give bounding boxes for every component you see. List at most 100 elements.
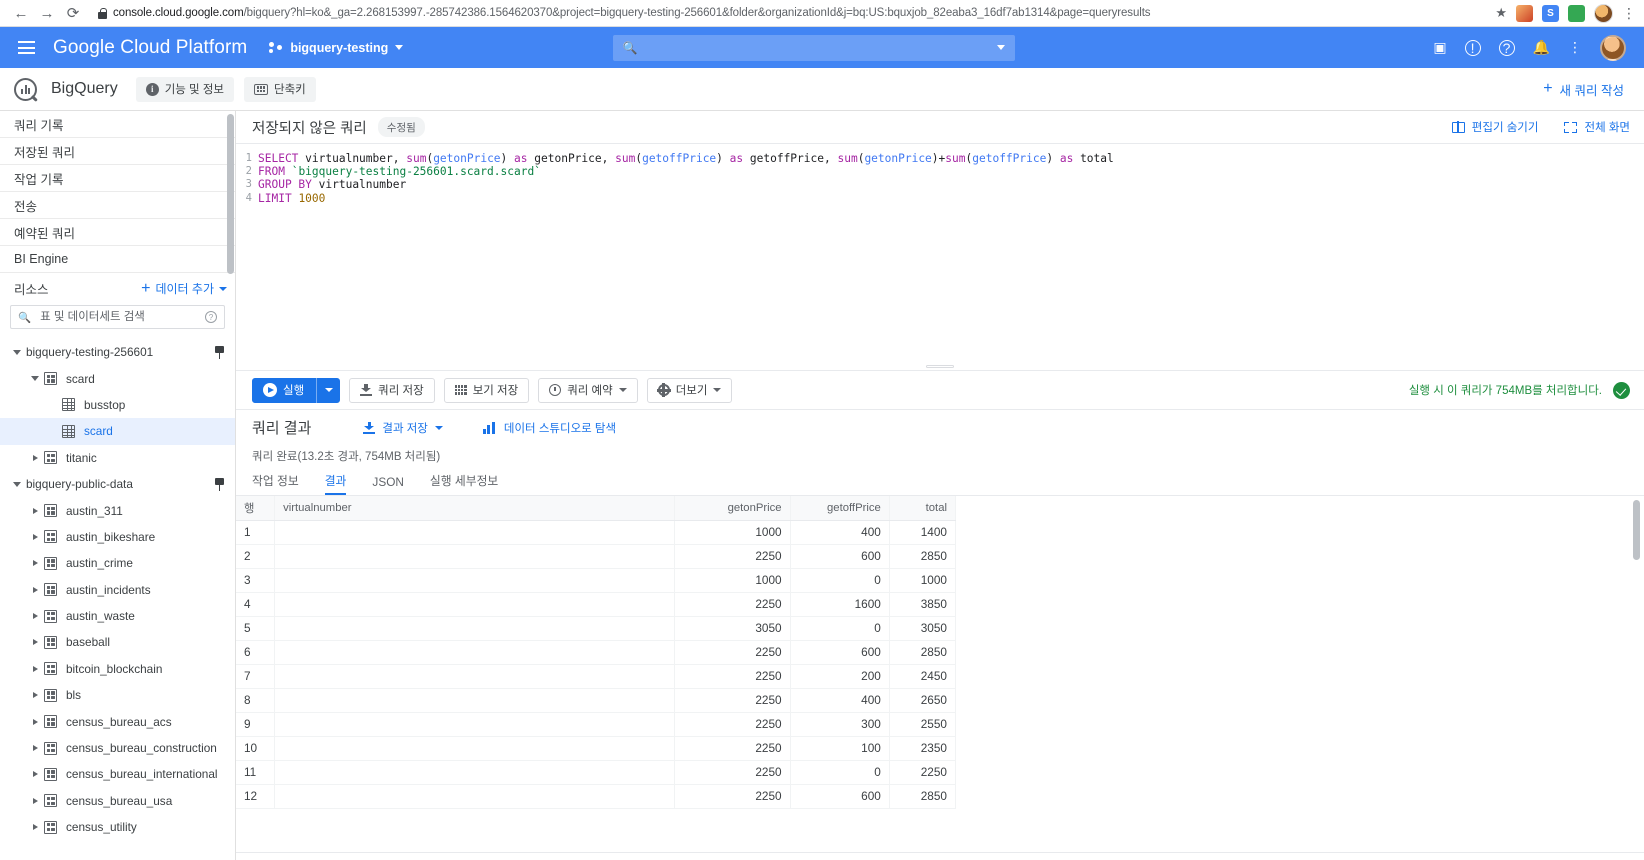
hide-editor-button[interactable]: 편집기 숨기기 [1451,119,1538,135]
sql-code[interactable]: LIMIT 1000 [258,192,325,205]
sidebar-item-bi-engine[interactable]: BI Engine [0,246,235,273]
table-row[interactable]: 6 2250 600 2850 [236,640,957,665]
tree-item-austin-incidents[interactable]: austin_incidents [0,577,235,603]
tree-item-census-bureau-international[interactable]: census_bureau_international [0,761,235,787]
table-row[interactable]: 2 2250 600 2850 [236,544,957,569]
chevron-right-icon[interactable] [26,639,44,646]
cloud-shell-icon[interactable]: ▣ [1433,39,1446,56]
tree-item-titanic[interactable]: titanic [0,445,235,471]
back-arrow-icon[interactable]: ← [8,2,34,24]
chevron-right-icon[interactable] [26,824,44,831]
tree-item-census-bureau-construction[interactable]: census_bureau_construction [0,735,235,761]
tree-item-austin-bikeshare[interactable]: austin_bikeshare [0,524,235,550]
editor-splitter-handle[interactable] [236,362,1644,371]
chrome-profile-avatar[interactable] [1594,3,1613,23]
help-icon[interactable]: ? [1498,39,1515,56]
sidebar-item-saved-queries[interactable]: 저장된 쿼리 [0,138,235,165]
tree-item-bitcoin-blockchain[interactable]: bitcoin_blockchain [0,656,235,682]
table-row[interactable]: 7 2250 200 2450 [236,664,957,689]
global-search-bar[interactable]: 🔍 [612,34,1015,61]
chevron-down-icon[interactable] [26,376,44,382]
table-row[interactable]: 9 2250 300 2550 [236,712,957,737]
forward-arrow-icon[interactable]: → [34,2,60,24]
add-data-button[interactable]: + 데이터 추가 [141,280,227,297]
table-row[interactable]: 1 1000 400 1400 [236,520,957,545]
chevron-right-icon[interactable] [26,454,44,461]
tree-item-census-bureau-acs[interactable]: census_bureau_acs [0,708,235,734]
column-header-getoffprice[interactable]: getoffPrice [790,496,890,521]
address-bar[interactable]: console.cloud.google.com/bigquery?hl=ko&… [96,3,1481,23]
chevron-right-icon[interactable] [26,718,44,725]
table-row[interactable]: 12 2250 600 2850 [236,784,957,809]
tree-item-baseball[interactable]: baseball [0,629,235,655]
table-row[interactable]: 11 2250 0 2250 [236,760,957,785]
more-button[interactable]: 더보기 [646,377,733,403]
fullscreen-button[interactable]: 전체 화면 [1564,119,1630,135]
search-input[interactable] [38,310,198,324]
new-query-button[interactable]: + 새 쿼리 작성 [1543,80,1630,99]
sidebar-item-transfers[interactable]: 전송 [0,192,235,219]
table-row[interactable]: 5 3050 0 3050 [236,616,957,641]
chevron-right-icon[interactable] [26,507,44,514]
tree-item-busstop[interactable]: busstop [0,392,235,418]
chevron-right-icon[interactable] [26,665,44,672]
chevron-down-icon[interactable] [8,349,26,355]
extension-green-icon[interactable] [1568,4,1585,22]
tree-item-bls[interactable]: bls [0,682,235,708]
tab-결과[interactable]: 결과 [324,472,359,495]
scrollbar-thumb[interactable] [227,114,234,274]
column-header-row-number[interactable]: 행 [236,496,276,521]
results-scrollbar[interactable] [1633,496,1642,852]
tab-실행-세부정보[interactable]: 실행 세부정보 [430,472,510,495]
pin-icon[interactable] [214,477,225,491]
table-row[interactable]: 10 2250 100 2350 [236,736,957,761]
chevron-right-icon[interactable] [26,533,44,540]
chevron-right-icon[interactable] [26,797,44,804]
chrome-menu-icon[interactable]: ⋮ [1622,6,1636,20]
sidebar-item-job-history[interactable]: 작업 기록 [0,165,235,192]
tree-item-austin-311[interactable]: austin_311 [0,497,235,523]
table-row[interactable]: 4 2250 1600 3850 [236,592,957,617]
save-view-button[interactable]: 보기 저장 [443,377,530,403]
help-icon[interactable]: ? [205,311,217,323]
explore-data-studio-button[interactable]: 데이터 스튜디오로 탐색 [482,420,616,436]
shortcuts-button[interactable]: 단축키 [244,76,316,102]
sidebar-scrollbar[interactable] [227,111,234,860]
column-header-getonprice[interactable]: getonPrice [674,496,791,521]
chevron-right-icon[interactable] [26,613,44,620]
tab-작업-정보[interactable]: 작업 정보 [252,472,311,495]
features-info-button[interactable]: i 기능 및 정보 [135,76,234,102]
chevron-right-icon[interactable] [26,586,44,593]
navigation-menu-icon[interactable] [18,41,35,54]
sql-code[interactable]: FROM `bigquery-testing-256601.scard.scar… [258,165,541,178]
chevron-down-icon[interactable] [325,388,334,392]
sql-editor[interactable]: 1 SELECT virtualnumber, sum(getonPrice) a… [236,144,1644,362]
overflow-menu-icon[interactable]: ⋮ [1568,39,1582,56]
tree-item-scard[interactable]: scard [0,365,235,391]
tree-item-bigquery-public-data[interactable]: bigquery-public-data [0,471,235,497]
bookmark-star-icon[interactable]: ★ [1495,5,1507,21]
gcp-brand-title[interactable]: Google Cloud Platform [53,37,247,59]
column-header-virtualnumber[interactable]: virtualnumber [274,496,675,521]
tree-item-austin-waste[interactable]: austin_waste [0,603,235,629]
tree-item-census-bureau-usa[interactable]: census_bureau_usa [0,788,235,814]
resource-search-box[interactable]: 🔍 ? [10,305,225,329]
sql-code[interactable]: SELECT virtualnumber, sum(getonPrice) as… [258,152,1114,165]
tree-item-bigquery-testing-256601[interactable]: bigquery-testing-256601 [0,339,235,365]
chevron-right-icon[interactable] [26,771,44,778]
tab-JSON[interactable]: JSON [372,475,415,495]
sidebar-item-query-history[interactable]: 쿼리 기록 [0,111,235,138]
chevron-right-icon[interactable] [26,745,44,752]
extension-s-icon[interactable]: S [1542,4,1559,22]
project-selector[interactable]: bigquery-testing [269,41,404,55]
save-query-button[interactable]: 쿼리 저장 [349,377,435,403]
pin-icon[interactable] [214,345,225,359]
reload-icon[interactable]: ⟳ [60,2,86,24]
notifications-bell-icon[interactable]: 🔔 [1533,39,1550,56]
sidebar-item-scheduled-queries[interactable]: 예약된 쿼리 [0,219,235,246]
user-avatar[interactable] [1599,34,1626,61]
schedule-query-button[interactable]: 쿼리 예약 [538,377,638,403]
save-results-button[interactable]: 결과 저장 [363,420,443,436]
chevron-right-icon[interactable] [26,560,44,567]
chevron-right-icon[interactable] [26,692,44,699]
